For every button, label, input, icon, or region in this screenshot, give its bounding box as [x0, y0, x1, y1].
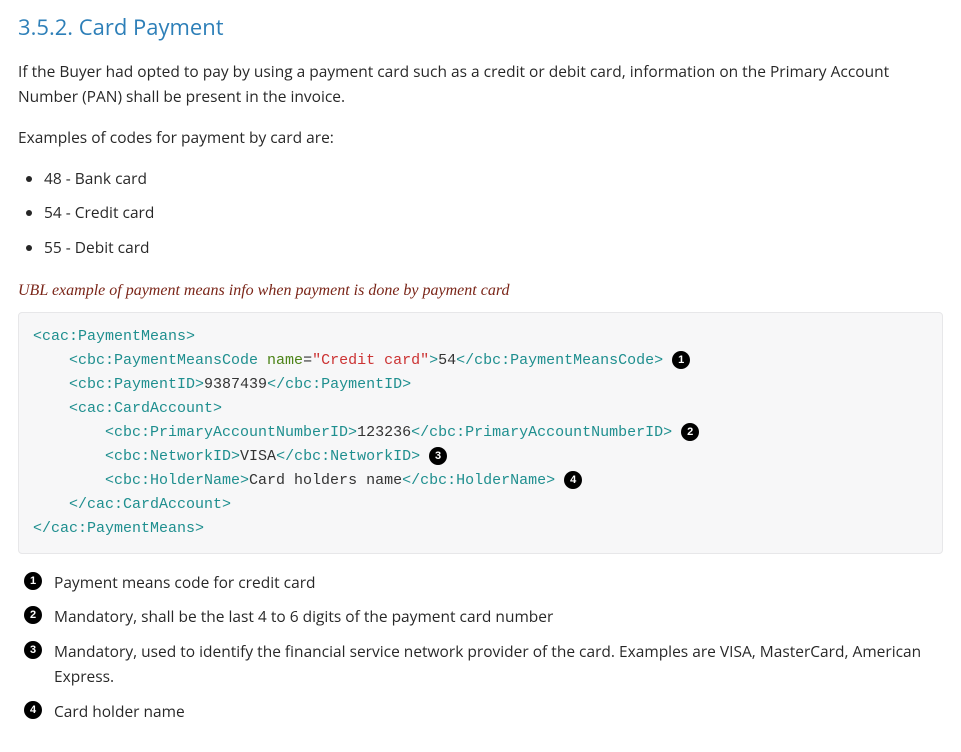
- callout-number-icon: 4: [24, 701, 42, 719]
- callout-list: 1 Payment means code for credit card 2 M…: [24, 570, 943, 724]
- callout-text: Payment means code for credit card: [54, 570, 943, 595]
- xml-tag: <cac:PaymentMeans>: [33, 328, 195, 345]
- callout-badge-3: 3: [429, 447, 447, 465]
- callout-text: Mandatory, used to identify the financia…: [54, 639, 943, 689]
- examples-lead: Examples of codes for payment by card ar…: [18, 125, 943, 150]
- xml-tag: </cbc:HolderName>: [402, 472, 555, 489]
- xml-text: 9387439: [204, 376, 267, 393]
- callout-text: Mandatory, shall be the last 4 to 6 digi…: [54, 604, 943, 629]
- callout-badge-4: 4: [564, 471, 582, 489]
- callout-number-icon: 2: [24, 606, 42, 624]
- xml-tag: </cac:CardAccount>: [69, 496, 231, 513]
- callout-number-icon: 3: [24, 641, 42, 659]
- xml-tag: <cbc:HolderName>: [105, 472, 249, 489]
- xml-attr-value: "Credit card": [312, 352, 429, 369]
- callout-item: 1 Payment means code for credit card: [24, 570, 943, 595]
- xml-eq: =: [303, 352, 312, 369]
- xml-tag: <cbc:PaymentID>: [69, 376, 204, 393]
- xml-tag: </cac:PaymentMeans>: [33, 520, 204, 537]
- xml-tag: <cbc:PrimaryAccountNumberID>: [105, 424, 357, 441]
- xml-tag: <cbc:NetworkID>: [105, 448, 240, 465]
- callout-item: 4 Card holder name: [24, 699, 943, 724]
- xml-tag: </cbc:PaymentMeansCode>: [456, 352, 663, 369]
- xml-tag: </cbc:PrimaryAccountNumberID>: [411, 424, 672, 441]
- xml-text: VISA: [240, 448, 276, 465]
- xml-attr-name: name: [258, 352, 303, 369]
- callout-item: 2 Mandatory, shall be the last 4 to 6 di…: [24, 604, 943, 629]
- xml-text: 54: [438, 352, 456, 369]
- callout-text: Card holder name: [54, 699, 943, 724]
- xml-tag: </cbc:PaymentID>: [267, 376, 411, 393]
- xml-tag: <cbc:PaymentMeansCode: [69, 352, 258, 369]
- code-examples-list: 48 - Bank card 54 - Credit card 55 - Deb…: [18, 166, 943, 260]
- list-item: 55 - Debit card: [44, 235, 943, 260]
- list-item: 54 - Credit card: [44, 200, 943, 225]
- xml-tag: </cbc:NetworkID>: [276, 448, 420, 465]
- section-heading: 3.5.2. Card Payment: [18, 10, 943, 45]
- list-item: 48 - Bank card: [44, 166, 943, 191]
- code-block: <cac:PaymentMeans> <cbc:PaymentMeansCode…: [18, 312, 943, 554]
- xml-text: Card holders name: [249, 472, 402, 489]
- xml-text: 123236: [357, 424, 411, 441]
- callout-number-icon: 1: [24, 572, 42, 590]
- intro-paragraph: If the Buyer had opted to pay by using a…: [18, 59, 943, 109]
- xml-gt: >: [429, 352, 438, 369]
- example-title: UBL example of payment means info when p…: [18, 278, 943, 304]
- xml-tag: <cac:CardAccount>: [69, 400, 222, 417]
- callout-item: 3 Mandatory, used to identify the financ…: [24, 639, 943, 689]
- callout-badge-2: 2: [681, 423, 699, 441]
- callout-badge-1: 1: [672, 351, 690, 369]
